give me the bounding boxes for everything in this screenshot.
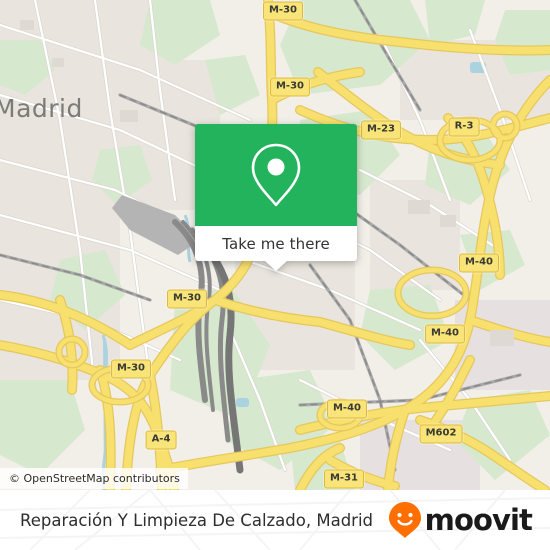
road-shield-a-4: A-4: [145, 430, 177, 450]
map-canvas[interactable]: .pk { fill:#d6e8cd; } .res { fill:#e9e5d…: [0, 0, 550, 490]
moovit-wordmark: moovit: [424, 502, 533, 537]
place-callout-card[interactable]: Take me there: [195, 124, 357, 271]
map-city-label: Madrid: [0, 94, 83, 123]
moovit-logo[interactable]: moovit: [388, 490, 533, 550]
page-footer: Reparación Y Limpieza De Calzado, Madrid…: [0, 490, 550, 550]
road-shield-m-30: M-30: [262, 1, 304, 21]
road-shield-m-40: M-40: [326, 399, 368, 419]
moovit-smiley-pin-icon: [388, 502, 421, 538]
callout-pointer: [265, 261, 287, 271]
callout-icon-area: [195, 124, 357, 226]
map-attribution-bar[interactable]: © OpenStreetMap contributors: [0, 468, 188, 489]
map-pin-icon: [251, 143, 301, 207]
road-shield-m-23: M-23: [360, 120, 402, 140]
road-shield-m602: M602: [419, 424, 463, 444]
openstreetmap-attribution-text: © OpenStreetMap contributors: [9, 472, 180, 485]
road-shield-m-30: M-30: [166, 289, 208, 309]
road-shield-m-30: M-30: [110, 359, 152, 379]
moovit-place-map-page: .pk { fill:#d6e8cd; } .res { fill:#e9e5d…: [0, 0, 550, 550]
road-shield-m-30: M-30: [269, 77, 311, 97]
place-title: Reparación Y Limpieza De Calzado, Madrid: [20, 510, 374, 530]
road-shield-r-3: R-3: [448, 117, 480, 137]
take-me-there-label: Take me there: [222, 234, 330, 253]
take-me-there-button[interactable]: Take me there: [195, 226, 357, 271]
road-shield-m-40: M-40: [458, 253, 500, 273]
road-shield-m-40: M-40: [424, 324, 466, 344]
road-shield-m-31: M-31: [323, 469, 365, 489]
